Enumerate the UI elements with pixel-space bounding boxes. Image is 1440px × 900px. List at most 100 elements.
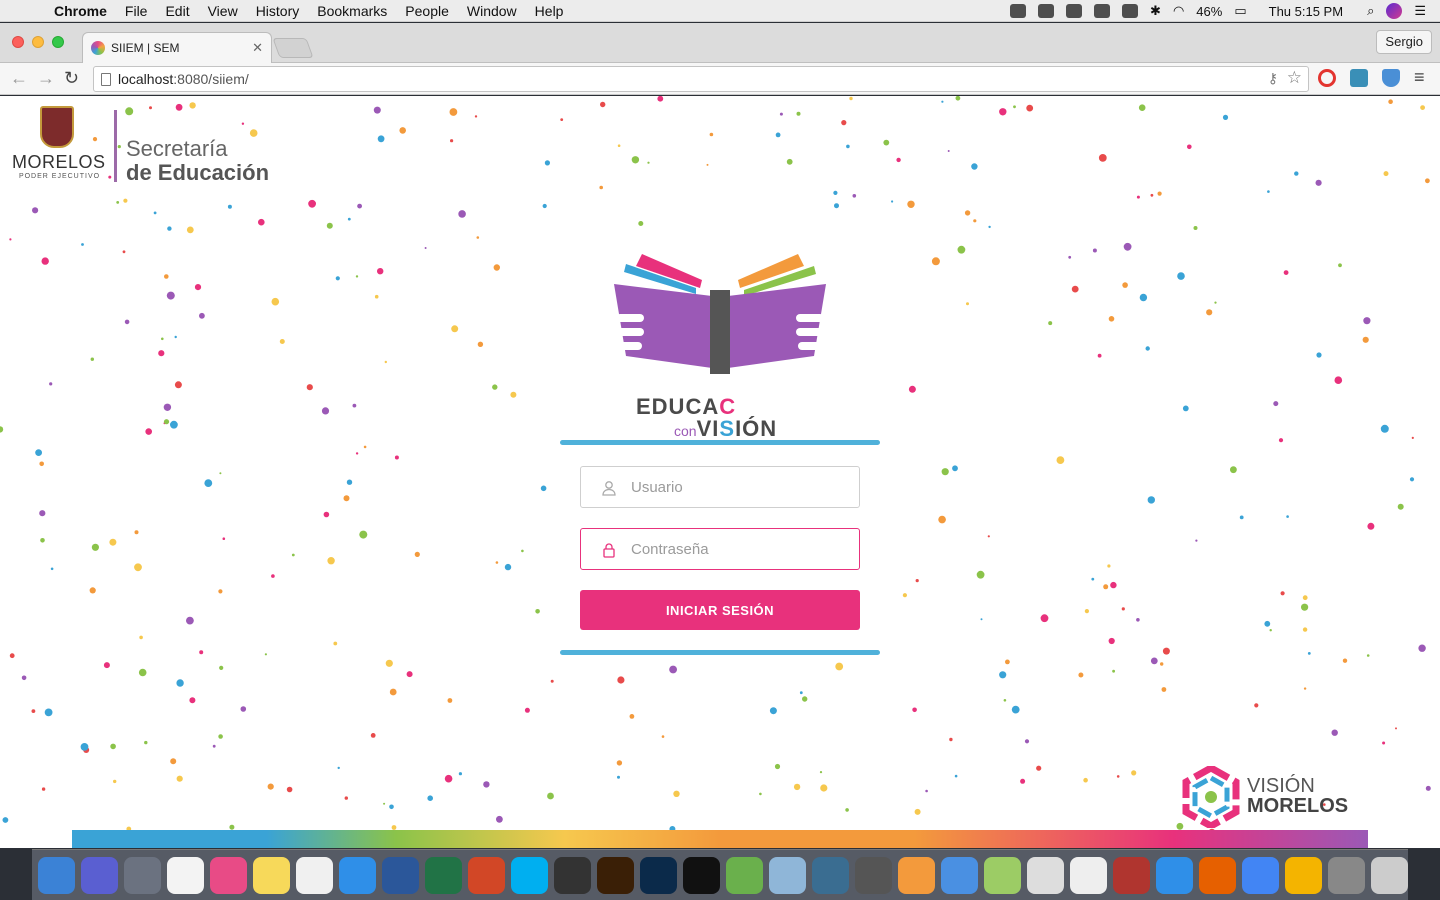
filezilla-icon[interactable] [1113,856,1150,894]
menu-file[interactable]: File [125,3,148,19]
key-icon[interactable]: ⚷ [1268,70,1278,87]
launchpad-icon[interactable] [124,856,161,894]
sequelpro-icon[interactable] [855,856,892,894]
menu-app-name[interactable]: Chrome [54,3,107,19]
confetti-dot [1068,255,1072,259]
footer-color-stripe [72,830,1368,848]
new-tab-button[interactable] [272,38,314,58]
illustrator-icon[interactable] [597,856,634,894]
confetti-dot [524,707,530,713]
menu-people[interactable]: People [405,3,449,19]
menu-edit[interactable]: Edit [165,3,189,19]
back-arrow-icon[interactable]: ← [10,68,28,89]
logo-separator [114,110,117,182]
extension-icon[interactable] [1350,69,1368,87]
brand-ion: IÓN [735,416,778,441]
reload-icon[interactable]: ↻ [64,68,79,89]
bluetooth-icon[interactable]: ✱ [1150,3,1161,19]
close-window-button[interactable] [12,36,24,48]
siri-status-icon[interactable] [1386,3,1403,19]
excel-icon[interactable] [425,856,462,894]
textedit-icon[interactable] [296,856,333,894]
drive-sync-icon[interactable] [1066,4,1083,18]
calendar-icon[interactable] [167,856,204,894]
battery-icon[interactable]: ▭ [1234,3,1246,19]
confetti-dot [377,135,385,143]
scanner-icon[interactable] [1027,856,1064,894]
notification-center-icon[interactable]: ☰ [1414,3,1426,19]
menu-help[interactable]: Help [535,3,564,19]
powerpoint-icon[interactable] [468,856,505,894]
appstore-icon[interactable] [339,856,376,894]
app-status-icon[interactable] [1094,4,1111,18]
display-icon[interactable] [1038,4,1055,18]
tab-siiem[interactable]: SIIEM | SEM ✕ [82,32,272,63]
android-studio-icon[interactable] [984,856,1021,894]
confetti-dot [769,707,777,715]
drive-icon[interactable] [1285,856,1322,894]
chrome-icon[interactable] [1242,856,1279,894]
creative-cloud-icon[interactable] [1010,4,1027,18]
battery-percent[interactable]: 46% [1196,4,1222,19]
chrome-menu-icon[interactable]: ≡ [1414,67,1425,88]
trash-icon[interactable] [1371,856,1408,894]
confetti-dot [389,804,394,810]
confetti-dot [1136,618,1140,622]
confetti-dot [91,543,99,551]
zoom-window-button[interactable] [52,36,64,48]
airplay-icon[interactable] [1122,4,1139,18]
terminal-icon[interactable] [683,856,720,894]
virtualbox-icon[interactable] [769,856,806,894]
password-input[interactable] [631,540,831,558]
adblock-extension-icon[interactable] [1318,69,1336,87]
confetti-dot [50,567,54,571]
confetti-dot [451,325,459,333]
skype-icon[interactable] [511,856,548,894]
confetti-dot [657,96,664,102]
spring-icon[interactable] [726,856,763,894]
itunes-icon[interactable] [210,856,247,894]
firefox-icon[interactable] [1199,856,1236,894]
confetti-dot [450,139,454,143]
xcode-icon[interactable] [941,856,978,894]
preferences-icon[interactable] [1328,856,1365,894]
url-path: :8080/siiem/ [173,71,249,87]
username-input[interactable] [631,478,831,496]
menu-bookmarks[interactable]: Bookmarks [317,3,387,19]
sublime-icon[interactable] [898,856,935,894]
confetti-dot [377,268,384,275]
password-field[interactable] [580,528,860,570]
profile-button[interactable]: Sergio [1376,30,1432,54]
favicon-icon [91,41,105,55]
photoshop-icon[interactable] [640,856,677,894]
safari-compass-icon[interactable] [554,856,591,894]
confetti-dot [347,217,351,221]
menu-view[interactable]: View [208,3,238,19]
minimize-window-button[interactable] [32,36,44,48]
confetti-dot [31,207,39,214]
spotlight-icon[interactable]: ⌕ [1367,3,1374,19]
siri-icon[interactable] [81,856,118,894]
login-button[interactable]: INICIAR SESIÓN [580,590,860,630]
confetti-dot [138,668,147,677]
download-extension-icon[interactable] [1382,69,1400,87]
menu-history[interactable]: History [256,3,300,19]
forward-arrow-icon[interactable]: → [37,68,55,89]
word-icon[interactable] [382,856,419,894]
safari-icon[interactable] [1156,856,1193,894]
finder-icon[interactable] [38,856,75,894]
bookmark-star-icon[interactable]: ☆ [1287,68,1302,88]
script-icon[interactable] [1070,856,1107,894]
notes-icon[interactable] [253,856,290,894]
address-bar[interactable]: localhost:8080/siiem/ ⚷ ☆ [93,66,1309,92]
close-tab-icon[interactable]: ✕ [252,40,263,56]
username-field[interactable] [580,466,860,508]
mysql-icon[interactable] [812,856,849,894]
confetti-dot [1425,178,1430,184]
status-area: ✱ ◠ 46% ▭ Thu 5:15 PM ⌕ ☰ [1010,0,1426,22]
confetti-dot [264,653,267,656]
wifi-icon[interactable]: ◠ [1173,3,1184,19]
clock[interactable]: Thu 5:15 PM [1269,4,1343,19]
confetti-dot [323,511,330,518]
menu-window[interactable]: Window [467,3,517,19]
